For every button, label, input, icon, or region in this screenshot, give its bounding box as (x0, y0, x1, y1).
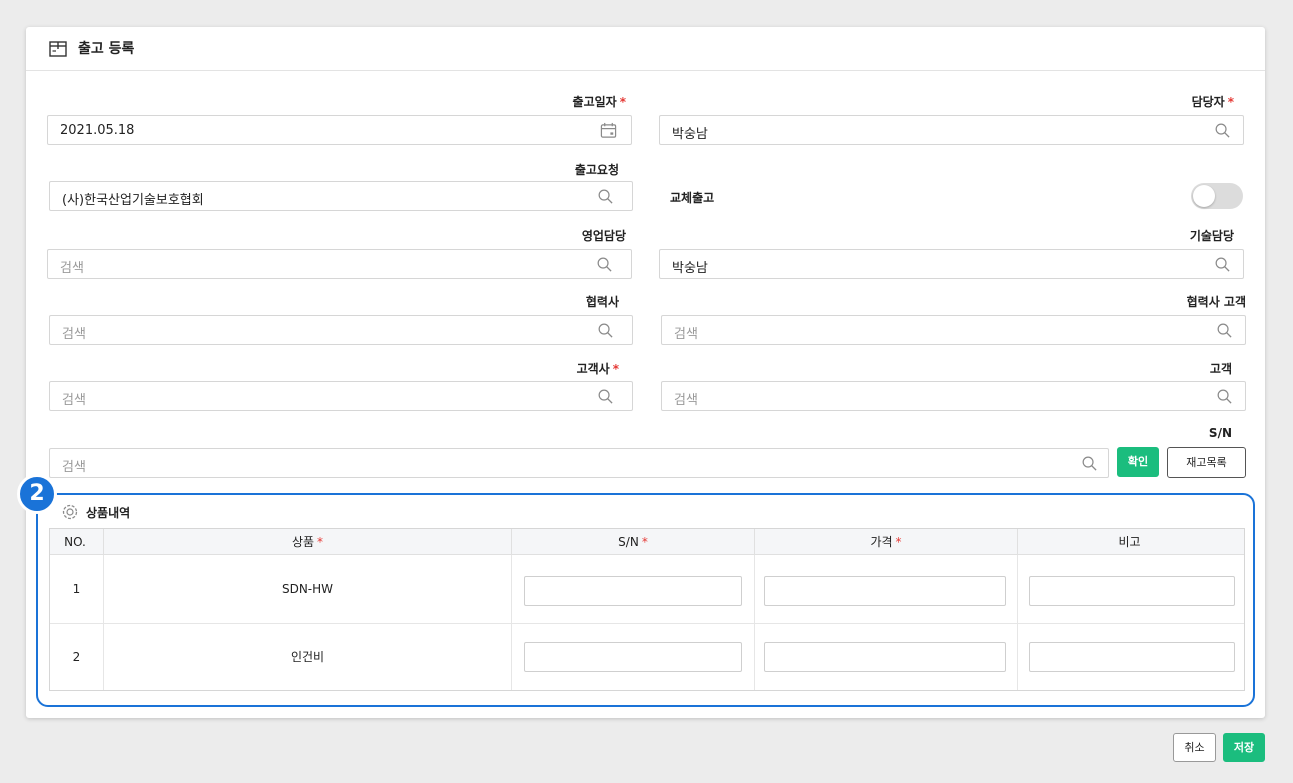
ship-date-field[interactable]: 2021.05.18 (47, 115, 632, 145)
column-header-no: NO. (50, 529, 104, 555)
sn-label: S/N (1208, 426, 1232, 440)
table-row-no: 2 (50, 624, 104, 690)
partner-placeholder: 검색 (62, 327, 86, 342)
ship-request-field[interactable]: (사)한국산업기술보호협회 (49, 181, 633, 211)
sn-input[interactable] (524, 576, 742, 606)
manager-label: 담당자 * (1191, 95, 1234, 109)
panel-header: 출고 등록 (26, 27, 1265, 71)
column-header-sn: S/N * (512, 529, 755, 555)
ship-request-value: (사)한국산업기술보호협회 (62, 193, 204, 208)
partner-customer-placeholder: 검색 (674, 327, 698, 342)
sales-manager-label: 영업담당 (581, 229, 626, 243)
partner-customer-field[interactable]: 검색 (661, 315, 1246, 345)
note-input[interactable] (1029, 576, 1235, 606)
tech-manager-field[interactable]: 박숭남 (659, 249, 1244, 279)
step-badge: 2 (17, 474, 57, 514)
price-input[interactable] (764, 642, 1006, 672)
inventory-list-button[interactable]: 재고목록 (1167, 447, 1246, 478)
customer-field[interactable]: 검색 (661, 381, 1246, 411)
partner-customer-label: 협력사 고객 (1186, 295, 1246, 309)
search-icon[interactable] (1216, 322, 1233, 339)
calendar-icon[interactable] (600, 122, 617, 139)
sn-placeholder: 검색 (62, 460, 86, 475)
customer-placeholder: 검색 (674, 393, 698, 408)
tech-manager-value: 박숭남 (672, 261, 708, 276)
gear-icon (62, 504, 78, 520)
table-row-price-cell (755, 555, 1018, 624)
table-row-product: SDN-HW (104, 555, 512, 624)
cancel-button[interactable]: 취소 (1173, 733, 1216, 762)
page-title: 출고 등록 (78, 41, 135, 57)
toggle-knob (1193, 185, 1215, 207)
ship-date-label: 출고일자 * (572, 95, 626, 109)
sn-search-field[interactable]: 검색 (49, 448, 1109, 478)
box-icon (49, 41, 67, 57)
customer-label: 고객 (1209, 362, 1232, 376)
partner-field[interactable]: 검색 (49, 315, 633, 345)
table-row-price-cell (755, 624, 1018, 690)
column-header-note: 비고 (1018, 529, 1244, 555)
section-title: 상품내역 (86, 506, 131, 520)
customer-company-label: 고객사 * (576, 362, 619, 376)
replace-ship-toggle[interactable] (1191, 183, 1243, 209)
price-input[interactable] (764, 576, 1006, 606)
customer-company-field[interactable]: 검색 (49, 381, 633, 411)
search-icon[interactable] (597, 388, 614, 405)
replace-ship-label: 교체출고 (670, 191, 715, 205)
table-row-product: 인건비 (104, 624, 512, 690)
column-header-product: 상품 * (104, 529, 512, 555)
table-row-note-cell (1018, 555, 1244, 624)
search-icon[interactable] (597, 188, 614, 205)
manager-field[interactable]: 박숭남 (659, 115, 1244, 145)
sales-manager-field[interactable]: 검색 (47, 249, 632, 279)
tech-manager-label: 기술담당 (1189, 229, 1234, 243)
search-icon[interactable] (597, 322, 614, 339)
save-button[interactable]: 저장 (1223, 733, 1265, 762)
manager-value: 박숭남 (672, 127, 708, 142)
product-table: NO. 상품 * S/N * 가격 * 비고 1 SDN-HW 2 인건비 (49, 528, 1245, 691)
partner-label: 협력사 (585, 295, 619, 309)
search-icon[interactable] (596, 256, 613, 273)
customer-company-placeholder: 검색 (62, 393, 86, 408)
table-row-sn-cell (512, 555, 755, 624)
table-row-no: 1 (50, 555, 104, 624)
sales-manager-placeholder: 검색 (60, 261, 84, 276)
table-row-note-cell (1018, 624, 1244, 690)
ship-date-value: 2021.05.18 (60, 123, 135, 138)
sn-input[interactable] (524, 642, 742, 672)
table-row-sn-cell (512, 624, 755, 690)
ship-request-label: 출고요청 (574, 163, 619, 177)
column-header-price: 가격 * (755, 529, 1018, 555)
note-input[interactable] (1029, 642, 1235, 672)
search-icon[interactable] (1214, 122, 1231, 139)
search-icon[interactable] (1216, 388, 1233, 405)
search-icon[interactable] (1214, 256, 1231, 273)
search-icon[interactable] (1081, 455, 1098, 472)
confirm-button[interactable]: 확인 (1117, 447, 1159, 477)
